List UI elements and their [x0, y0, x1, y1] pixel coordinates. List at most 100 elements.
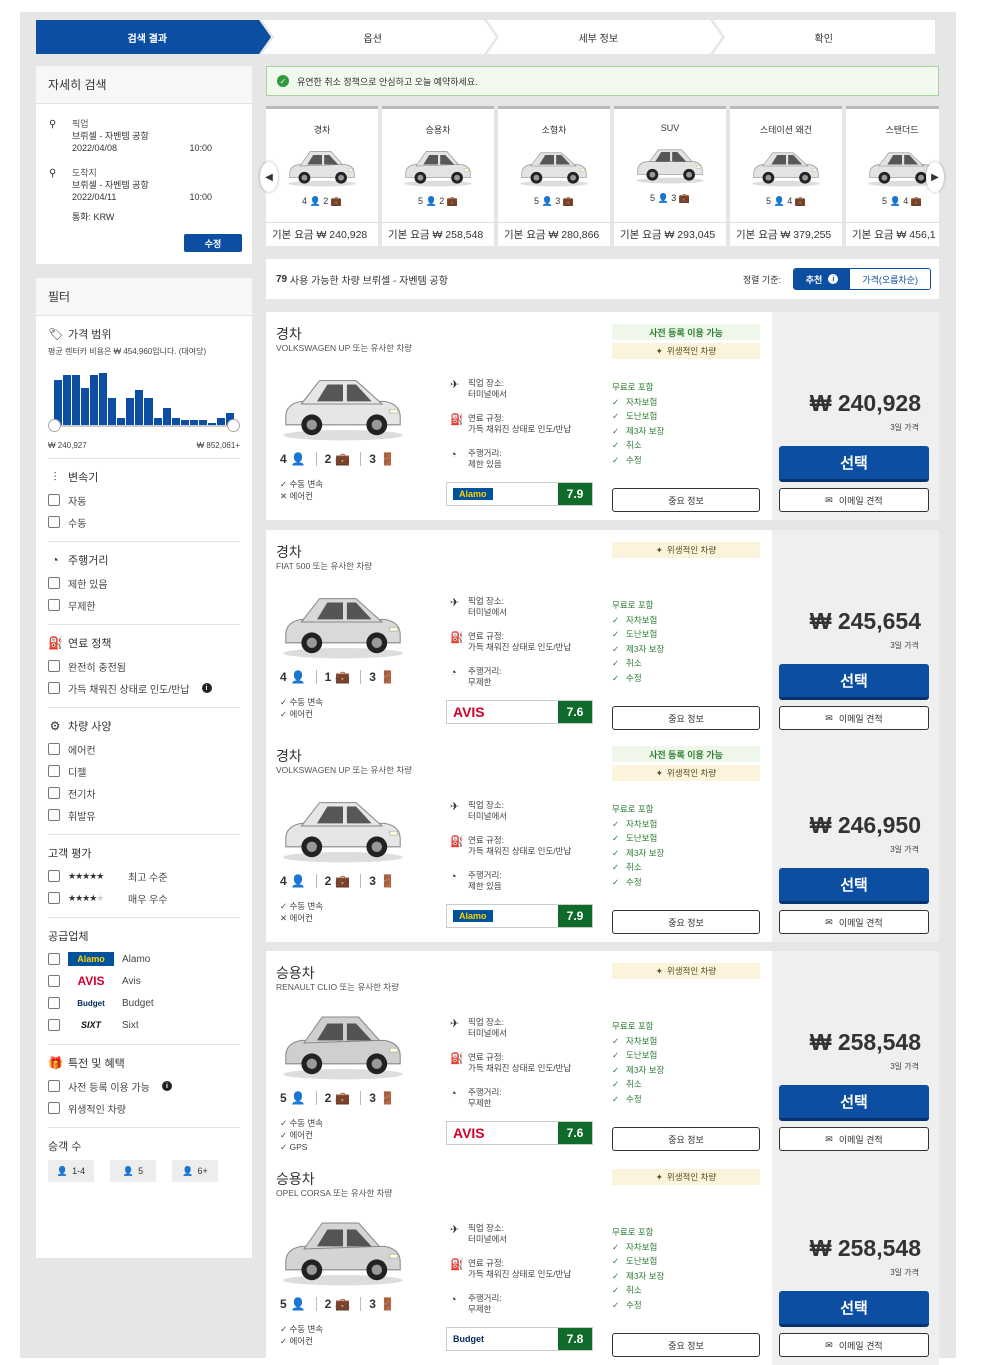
- filter-option-automatic[interactable]: 자동: [48, 489, 240, 511]
- important-info-button[interactable]: 중요 정보: [612, 1127, 760, 1151]
- checkbox[interactable]: [48, 953, 60, 965]
- checkbox[interactable]: [48, 870, 60, 882]
- passenger-option-6-plus[interactable]: 👤 6+: [172, 1160, 218, 1182]
- filter-option-electric[interactable]: 전기차: [48, 782, 240, 804]
- filter-option-limited[interactable]: 제한 있음: [48, 572, 240, 594]
- sort-price-button[interactable]: 가격(오름차순): [850, 269, 930, 289]
- category-card[interactable]: SUV 5 👤 3 💼 기본 요금 ₩ 293,045: [614, 106, 726, 246]
- filter-option-5-stars[interactable]: ★★★★★ 최고 수준: [48, 865, 240, 887]
- passenger-option-5[interactable]: 👤 5: [110, 1160, 156, 1182]
- supplier-rating[interactable]: Budget 7.8: [446, 1327, 593, 1351]
- supplier-rating[interactable]: Alamo 7.9: [446, 482, 593, 506]
- checkbox[interactable]: [48, 599, 60, 611]
- checkbox[interactable]: [48, 577, 60, 589]
- price-slider[interactable]: [48, 419, 240, 432]
- person-icon: 👤: [309, 196, 321, 206]
- filter-option-sixt[interactable]: SIXT Sixt: [48, 1014, 240, 1036]
- dropoff-label: 도착지: [72, 168, 97, 178]
- sort-label: 정렬 기준:: [742, 275, 781, 285]
- email-quote-button[interactable]: ✉ 이메일 견적: [779, 706, 929, 730]
- option-label: Alamo: [122, 953, 151, 965]
- important-info-button[interactable]: 중요 정보: [612, 910, 760, 934]
- important-info-button[interactable]: 중요 정보: [612, 488, 760, 512]
- filter-option-avis[interactable]: AVIS Avis: [48, 970, 240, 992]
- step-confirm[interactable]: 확인: [712, 20, 935, 54]
- car-badges: 사전 등록 이용 가능 ✦ 위생적인 차량: [612, 324, 760, 359]
- checkbox[interactable]: [48, 743, 60, 755]
- filter-option-full[interactable]: 완전히 충전됨: [48, 655, 240, 677]
- filter-option-full-to-full[interactable]: 가득 채워진 상태로 인도/반납 i: [48, 677, 240, 699]
- checkbox[interactable]: [48, 1080, 60, 1092]
- histogram-bar: [108, 397, 117, 425]
- filter-option-4-stars[interactable]: ★★★★★ 매우 우수: [48, 887, 240, 909]
- checkbox[interactable]: [48, 516, 60, 528]
- car-features: ✓ 수동 변속 ✓ 에어컨: [280, 696, 323, 720]
- supplier-rating[interactable]: Alamo 7.9: [446, 904, 593, 928]
- option-label: 위생적인 차량: [68, 1104, 126, 1116]
- included-title: 무료로 포함: [612, 600, 654, 610]
- door-count: 3: [369, 1297, 376, 1311]
- checkbox[interactable]: [48, 975, 60, 987]
- filter-option-budget[interactable]: Budget Budget: [48, 992, 240, 1014]
- category-card[interactable]: 소형차 5 👤 3 💼 기본 요금 ₩ 280,866: [498, 106, 610, 246]
- checkbox[interactable]: [48, 809, 60, 821]
- category-card[interactable]: 스테이션 왜건 5 👤 4 💼 기본 요금 ₩ 379,255: [730, 106, 842, 246]
- airplane-icon: ✈: [450, 1224, 460, 1236]
- sort-recommended-button[interactable]: 추천 i: [793, 269, 851, 289]
- category-card[interactable]: 승용차 5 👤 2 💼 기본 요금 ₩ 258,548: [382, 106, 494, 246]
- checkbox[interactable]: [48, 1102, 60, 1114]
- filter-option-aircon[interactable]: 에어컨: [48, 738, 240, 760]
- included-item: 제3자 보장: [612, 424, 664, 439]
- step-results[interactable]: 검색 결과: [36, 20, 270, 54]
- checkbox[interactable]: [48, 765, 60, 777]
- select-button[interactable]: 선택: [779, 1085, 929, 1121]
- option-label: Sixt: [122, 1019, 139, 1031]
- category-specs: 5 👤 3 💼: [614, 193, 726, 204]
- edit-search-button[interactable]: 수정: [184, 234, 242, 252]
- step-details[interactable]: 세부 정보: [487, 20, 721, 54]
- price-min-handle[interactable]: [48, 419, 61, 432]
- select-button[interactable]: 선택: [779, 446, 929, 482]
- email-quote-button[interactable]: ✉ 이메일 견적: [779, 488, 929, 512]
- info-icon[interactable]: i: [161, 1081, 172, 1091]
- important-info-button[interactable]: 중요 정보: [612, 1333, 760, 1357]
- perks-title: 특전 및 혜택: [68, 1058, 125, 1070]
- supplier-rating[interactable]: AVIS 7.6: [446, 700, 593, 724]
- important-info-button[interactable]: 중요 정보: [612, 706, 760, 730]
- category-price: 기본 요금 ₩ 240,928: [266, 222, 378, 246]
- checkbox[interactable]: [48, 787, 60, 799]
- checkbox[interactable]: [48, 997, 60, 1009]
- included-title: 무료로 포함: [612, 804, 654, 814]
- gear-shift-icon: ⫶: [53, 469, 57, 484]
- filter-option-alamo[interactable]: Alamo Alamo: [48, 948, 240, 970]
- select-button[interactable]: 선택: [779, 664, 929, 700]
- select-button[interactable]: 선택: [779, 868, 929, 904]
- histogram-bar: [72, 375, 81, 425]
- email-quote-button[interactable]: ✉ 이메일 견적: [779, 910, 929, 934]
- carousel-prev-icon[interactable]: ◀: [260, 162, 278, 192]
- checkbox[interactable]: [48, 660, 60, 672]
- filter-option-unlimited[interactable]: 무제한: [48, 594, 240, 616]
- filter-option-hygiene[interactable]: 위생적인 차량: [48, 1097, 240, 1119]
- passenger-option-1-4[interactable]: 👤 1-4: [48, 1160, 94, 1182]
- email-quote-button[interactable]: ✉ 이메일 견적: [779, 1127, 929, 1151]
- info-icon[interactable]: i: [201, 683, 212, 693]
- supplier-rating[interactable]: AVIS 7.6: [446, 1121, 593, 1145]
- filter-option-manual[interactable]: 수동: [48, 511, 240, 533]
- filter-option-diesel[interactable]: 디젤: [48, 760, 240, 782]
- step-options[interactable]: 옵션: [261, 20, 496, 54]
- category-card[interactable]: 경차 4 👤 2 💼 기본 요금 ₩ 240,928: [266, 106, 378, 246]
- checkbox[interactable]: [48, 494, 60, 506]
- filter-option-preregister[interactable]: 사전 등록 이용 가능 i: [48, 1075, 240, 1097]
- email-quote-button[interactable]: ✉ 이메일 견적: [779, 1333, 929, 1357]
- checkbox[interactable]: [48, 682, 60, 694]
- sparkle-icon: ✦: [655, 544, 663, 555]
- select-button[interactable]: 선택: [779, 1291, 929, 1327]
- filter-option-petrol[interactable]: 휘발유: [48, 804, 240, 826]
- carousel-next-icon[interactable]: ▶: [926, 162, 944, 192]
- price-max-handle[interactable]: [227, 419, 240, 432]
- included-item: 도난보험: [612, 409, 664, 424]
- checkbox[interactable]: [48, 892, 60, 904]
- checkbox[interactable]: [48, 1019, 60, 1031]
- passenger-filter: 승객 수 👤 1-4 👤 5 👤 6+: [48, 1128, 240, 1190]
